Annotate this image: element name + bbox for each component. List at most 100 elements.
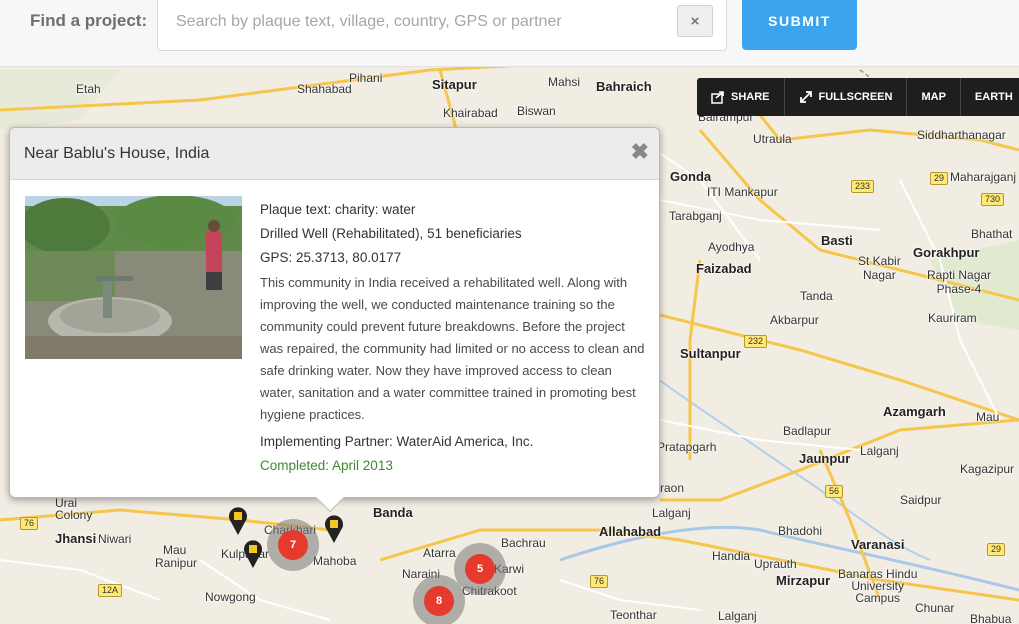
marker-cluster[interactable]: 5 — [454, 543, 506, 595]
place-label: raon — [660, 481, 685, 495]
place-label: Jhansi — [55, 531, 97, 546]
earth-view-button[interactable]: EARTH — [960, 78, 1019, 116]
place-label: Banda — [373, 505, 413, 520]
search-bar: Find a project: × SUBMIT — [0, 0, 1019, 67]
share-button[interactable]: SHARE — [697, 78, 785, 116]
map-toolbar: SHARE FULLSCREEN MAP EARTH — [697, 78, 1019, 116]
find-project-label: Find a project: — [30, 11, 148, 30]
place-label: Khairabad — [443, 106, 498, 120]
place-label: Nowgong — [205, 590, 256, 604]
place-label: Uprauth — [754, 557, 797, 571]
project-marker-selected[interactable] — [324, 514, 344, 544]
place-label: Teonthar — [610, 608, 657, 622]
marker-cluster[interactable]: 7 — [267, 519, 319, 571]
place-label: ITI Mankapur — [707, 185, 778, 199]
clear-search-button[interactable]: × — [677, 5, 713, 37]
place-label: Kauriram — [928, 311, 977, 325]
highway-shield: 29 — [930, 172, 949, 185]
project-info: Plaque text: charity: water Drilled Well… — [260, 198, 645, 478]
place-label: Badlapur — [783, 424, 832, 438]
close-icon[interactable]: ✖ — [631, 141, 649, 163]
map-view-button[interactable]: MAP — [907, 78, 961, 116]
place-label: Handia — [712, 549, 751, 563]
place-label: Allahabad — [599, 524, 662, 539]
place-label: Bhabua — [970, 612, 1012, 624]
cluster-count: 7 — [278, 530, 308, 560]
place-label: Banaras Hindu University Campus — [838, 567, 918, 605]
place-label: Lalganj — [718, 609, 757, 623]
highway-shield: 29 — [987, 543, 1006, 556]
place-label: St Kabir Nagar — [858, 254, 901, 282]
place-label: Faizabad — [696, 261, 752, 276]
place-label: Bhadohi — [778, 524, 823, 538]
place-label: Bahraich — [596, 79, 652, 94]
place-label: Mahsi — [548, 75, 581, 89]
submit-button[interactable]: SUBMIT — [742, 0, 857, 50]
place-label: Kagazipur — [960, 462, 1015, 476]
popup-title: Near Bablu's House, India — [24, 145, 210, 162]
popup-header: Near Bablu's House, India ✖ — [10, 128, 659, 180]
place-label: Atarra — [423, 546, 456, 560]
place-label: Akbarpur — [770, 313, 819, 327]
place-label: Saidpur — [900, 493, 942, 507]
highway-shield: 76 — [590, 575, 609, 588]
highway-shield: 76 — [20, 517, 39, 530]
cluster-count: 5 — [465, 554, 495, 584]
place-label: Shahabad — [297, 82, 352, 96]
place-label: Pratapgarh — [657, 440, 717, 454]
place-label: Colony — [55, 508, 93, 522]
place-label: Pihani — [349, 71, 383, 85]
expand-icon — [799, 91, 812, 103]
search-input[interactable] — [157, 0, 727, 51]
place-label: Sitapur — [432, 77, 477, 92]
place-label: Jaunpur — [799, 451, 851, 466]
gps-coordinates: GPS: 25.3713, 80.0177 — [260, 250, 402, 265]
plaque-text: Plaque text: charity: water — [260, 202, 416, 217]
place-label: Mahoba — [313, 554, 357, 568]
place-label: Utraula — [753, 132, 792, 146]
place-label: Biswan — [517, 104, 556, 118]
project-marker[interactable] — [243, 539, 263, 569]
highway-shield: 232 — [744, 335, 768, 348]
highway-shield: 56 — [825, 485, 844, 498]
place-label: Lalganj — [860, 444, 899, 458]
implementing-partner: Implementing Partner: WaterAid America, … — [260, 434, 534, 449]
place-label: Chunar — [915, 601, 955, 615]
place-label: Niwari — [98, 532, 132, 546]
highway-shield: 730 — [981, 193, 1005, 206]
fullscreen-label: FULLSCREEN — [818, 91, 893, 103]
share-icon — [711, 91, 724, 104]
place-label: Etah — [76, 82, 101, 96]
map-label: MAP — [921, 91, 946, 103]
highway-shield: 233 — [851, 180, 875, 193]
marker-cluster[interactable]: 8 — [413, 575, 465, 624]
place-label: Tarabganj — [669, 209, 722, 223]
share-label: SHARE — [731, 91, 770, 103]
place-label: Ayodhya — [708, 240, 755, 254]
place-label: Mau — [163, 543, 187, 557]
cluster-count: 8 — [424, 586, 454, 616]
project-marker[interactable] — [228, 506, 248, 536]
place-label: Azamgarh — [883, 404, 946, 419]
completed-date: Completed: April 2013 — [260, 458, 393, 473]
project-popup: Near Bablu's House, India ✖ Plaque text:… — [9, 127, 660, 513]
fullscreen-button[interactable]: FULLSCREEN — [784, 78, 908, 116]
place-label: Sultanpur — [680, 346, 741, 361]
project-photo — [25, 196, 242, 359]
close-icon: × — [690, 12, 700, 30]
place-label: Mau — [976, 410, 1000, 424]
project-type: Drilled Well (Rehabilitated), 51 benefic… — [260, 226, 522, 241]
earth-label: EARTH — [974, 91, 1013, 103]
place-label: Bhathat — [971, 227, 1013, 241]
place-label: Rapti Nagar Phase-4 — [927, 268, 992, 296]
place-label: Tanda — [800, 289, 833, 303]
place-label: Ranipur — [155, 556, 198, 570]
place-label: Siddharthanagar — [917, 128, 1006, 142]
place-label: Mirzapur — [776, 573, 831, 588]
place-label: Gonda — [670, 169, 712, 184]
project-description: This community in India received a rehab… — [260, 275, 645, 422]
place-label: Gorakhpur — [913, 245, 980, 260]
place-label: Basti — [821, 233, 853, 248]
highway-shield: 12A — [98, 584, 123, 597]
place-label: Maharajganj — [950, 170, 1017, 184]
